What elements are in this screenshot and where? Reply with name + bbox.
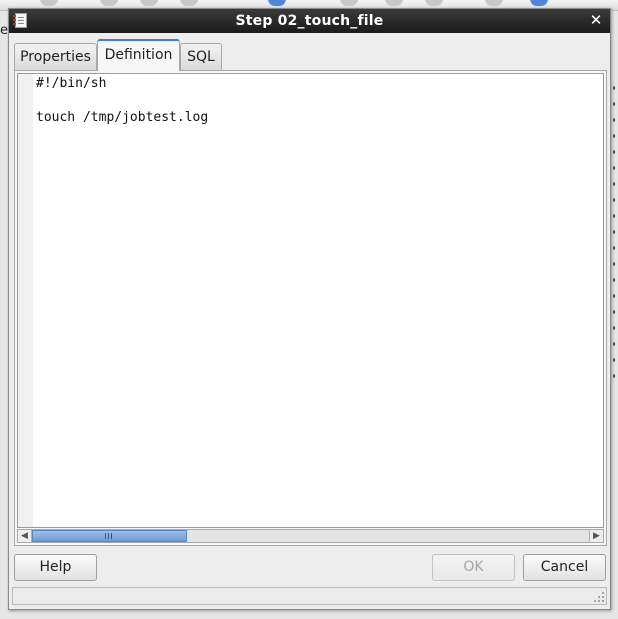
- dialog-title: Step 02_touch_file: [235, 13, 384, 29]
- ok-button[interactable]: OK: [432, 554, 515, 581]
- toolbar-icon: [100, 0, 118, 6]
- toolbar-icon: [425, 0, 443, 6]
- tab-definition[interactable]: Definition: [97, 39, 180, 71]
- tab-properties[interactable]: Properties: [14, 43, 97, 70]
- toolbar-icon: [140, 0, 158, 6]
- code-editor[interactable]: #!/bin/sh touch /tmp/jobtest.log: [17, 73, 604, 528]
- help-button[interactable]: Help: [14, 554, 97, 581]
- scroll-right-icon[interactable]: ▶: [589, 530, 603, 542]
- tab-sql[interactable]: SQL: [180, 43, 222, 70]
- code-text[interactable]: #!/bin/sh touch /tmp/jobtest.log: [36, 75, 208, 126]
- toolbar-icon: [40, 0, 58, 6]
- background-tree-dots: [610, 80, 618, 380]
- step-dialog: Step 02_touch_file ✕ Properties Definiti…: [8, 8, 611, 610]
- editor-gutter: [18, 74, 33, 527]
- close-icon[interactable]: ✕: [588, 12, 604, 29]
- grip-icon: [105, 533, 112, 539]
- toolbar-icon: [268, 0, 286, 6]
- cancel-button[interactable]: Cancel: [523, 554, 606, 581]
- status-bar: [12, 587, 607, 605]
- toolbar-icon: [485, 0, 503, 6]
- dialog-titlebar[interactable]: Step 02_touch_file ✕: [9, 9, 610, 33]
- scroll-left-icon[interactable]: ◀: [18, 530, 32, 542]
- toolbar-icon: [180, 0, 198, 6]
- scrollbar-thumb[interactable]: [32, 530, 187, 542]
- toolbar-icon: [530, 0, 548, 6]
- horizontal-scrollbar[interactable]: ◀ ▶: [17, 529, 604, 543]
- definition-panel: #!/bin/sh touch /tmp/jobtest.log ◀ ▶: [14, 70, 607, 546]
- resize-grip-icon[interactable]: [593, 591, 604, 602]
- toolbar-icon: [340, 0, 358, 6]
- toolbar-icon: [385, 0, 403, 6]
